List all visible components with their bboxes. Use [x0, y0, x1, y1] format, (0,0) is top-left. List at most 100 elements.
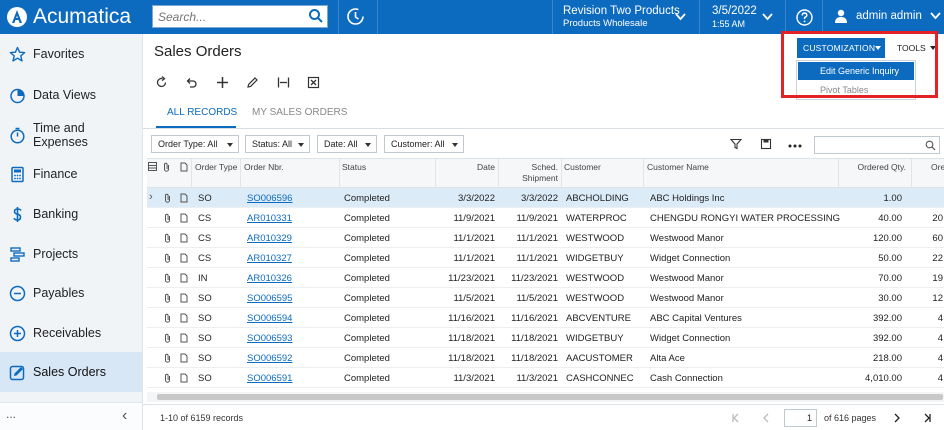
tab-all-records[interactable]: ALL RECORDS	[167, 107, 237, 118]
note-icon[interactable]	[180, 333, 188, 343]
grid-header: Order Type Order Nbr. Status Date Sched.…	[147, 158, 944, 188]
previous-page-icon[interactable]	[761, 413, 771, 423]
undo-icon[interactable]	[185, 76, 198, 89]
recent-history-icon[interactable]	[346, 7, 365, 26]
sidebar-item-banking[interactable]: Banking	[0, 194, 142, 234]
horizontal-scrollbar[interactable]	[147, 392, 944, 402]
table-row[interactable]: SO SO006594 Completed 11/16/2021 11/16/2021 A…	[147, 308, 944, 328]
cell-nbr[interactable]: SO006594	[247, 313, 292, 324]
cell-date: 11/9/2021	[453, 213, 495, 224]
sidebar-item-projects[interactable]: Projects	[0, 234, 142, 274]
user-menu[interactable]: admin admin	[834, 9, 941, 23]
more-icon[interactable]: ...	[6, 407, 16, 421]
next-page-icon[interactable]	[892, 413, 902, 423]
caret-down-icon	[298, 143, 304, 147]
note-icon[interactable]	[180, 353, 188, 363]
note-icon[interactable]	[180, 293, 188, 303]
sidebar-item-receivables[interactable]: Receivables	[0, 313, 142, 353]
search-icon[interactable]	[308, 8, 324, 24]
table-row[interactable]: SO SO006593 Completed 11/18/2021 11/18/2021 W…	[147, 328, 944, 348]
grid-search-input[interactable]	[814, 136, 940, 154]
cell-nbr[interactable]: AR010329	[247, 233, 292, 244]
note-icon[interactable]	[180, 273, 188, 283]
branch-selector[interactable]: Revision Two Products Products Wholesale	[563, 5, 680, 29]
refresh-icon[interactable]	[155, 76, 168, 89]
cell-nbr[interactable]: SO006596	[247, 193, 292, 204]
table-row[interactable]: CS AR010329 Completed 11/1/2021 11/1/2021 WES…	[147, 228, 944, 248]
acumatica-logo[interactable]: Acumatica	[6, 5, 131, 29]
attachment-icon[interactable]	[164, 333, 171, 343]
column-header-date[interactable]: Date	[437, 162, 495, 173]
column-header-ordered-qty[interactable]: Ordered Qty.	[841, 162, 907, 173]
add-icon[interactable]	[216, 76, 229, 89]
global-search[interactable]	[152, 5, 328, 28]
table-row[interactable]: › SO SO006596 Completed 3/3/2022 3/3/2022 ABCH…	[147, 188, 944, 208]
attachment-icon[interactable]	[164, 193, 171, 203]
column-header-sched-shipment[interactable]: Sched. Shipment	[517, 162, 558, 184]
business-date[interactable]: 3/5/2022 1:55 AM	[712, 5, 757, 29]
chevron-down-icon[interactable]	[762, 13, 773, 21]
cell-nbr[interactable]: SO006595	[247, 293, 292, 304]
note-icon[interactable]	[180, 313, 188, 323]
first-page-icon[interactable]	[731, 413, 741, 423]
note-icon[interactable]	[180, 253, 188, 263]
table-row[interactable]: SO SO006592 Completed 11/18/2021 11/18/2021 A…	[147, 348, 944, 368]
help-icon[interactable]	[796, 9, 813, 26]
table-row[interactable]: CS AR010327 Completed 11/1/2021 11/1/2021 WID…	[147, 248, 944, 268]
filter-date[interactable]: Date: All	[317, 135, 377, 153]
attachment-icon[interactable]	[164, 293, 171, 303]
search-input[interactable]	[153, 6, 303, 27]
note-icon[interactable]	[180, 373, 188, 383]
cell-nbr[interactable]: AR010326	[247, 273, 292, 284]
scrollbar-thumb[interactable]	[157, 394, 943, 400]
note-icon[interactable]	[180, 213, 188, 223]
attachment-icon[interactable]	[164, 313, 171, 323]
attachment-icon[interactable]	[164, 213, 171, 223]
attachment-icon[interactable]	[164, 233, 171, 243]
table-row[interactable]: SO SO006591 Completed 11/3/2021 11/3/2021 CAS…	[147, 368, 944, 388]
column-header-order-nbr[interactable]: Order Nbr.	[244, 162, 284, 173]
sidebar-item-finance[interactable]: Finance	[0, 154, 142, 194]
tab-my-sales-orders[interactable]: MY SALES ORDERS	[252, 107, 347, 118]
last-page-icon[interactable]	[922, 413, 932, 423]
cell-nbr[interactable]: AR010327	[247, 253, 292, 264]
projects-icon	[10, 247, 25, 262]
fit-to-screen-icon[interactable]	[277, 76, 290, 89]
attachment-icon[interactable]	[164, 253, 171, 263]
column-header-customer[interactable]: Customer	[564, 162, 601, 173]
column-header-status[interactable]: Status	[342, 162, 366, 173]
filter-order-type[interactable]: Order Type: All	[151, 135, 239, 153]
cell-nbr[interactable]: SO006592	[247, 353, 292, 364]
sidebar-item-sales-orders[interactable]: Sales Orders	[0, 352, 142, 392]
grid-settings-icon[interactable]	[148, 162, 157, 171]
collapse-icon[interactable]: ‹	[122, 407, 127, 425]
attachment-icon[interactable]	[164, 273, 171, 283]
sidebar-item-favorites[interactable]: Favorites	[0, 34, 142, 74]
sidebar-item-time-and-expenses[interactable]: Time and Expenses	[0, 115, 142, 155]
column-header-order-type[interactable]: Order Type	[195, 162, 237, 173]
table-row[interactable]: IN AR010326 Completed 11/23/2021 11/23/2021 W…	[147, 268, 944, 288]
filter-icon[interactable]	[730, 138, 742, 150]
table-row[interactable]: SO SO006595 Completed 11/5/2021 11/5/2021 WES…	[147, 288, 944, 308]
note-icon[interactable]	[180, 233, 188, 243]
cell-nbr[interactable]: SO006593	[247, 333, 292, 344]
edit-icon[interactable]	[246, 76, 259, 89]
sidebar-item-data-views[interactable]: Data Views	[0, 75, 142, 115]
table-row[interactable]: CS AR010331 Completed 11/9/2021 11/9/2021 WAT…	[147, 208, 944, 228]
save-filter-icon[interactable]	[760, 138, 772, 150]
more-options-icon[interactable]	[788, 144, 802, 148]
search-icon[interactable]	[925, 140, 936, 151]
cell-nbr[interactable]: AR010331	[247, 213, 292, 224]
filter-status[interactable]: Status: All	[245, 135, 310, 153]
column-header-order-total[interactable]: Ore	[931, 162, 944, 173]
column-header-customer-name[interactable]: Customer Name	[647, 162, 709, 173]
sidebar-item-payables[interactable]: Payables	[0, 273, 142, 313]
page-number-input[interactable]: 1	[784, 409, 817, 427]
filter-customer[interactable]: Customer: All	[384, 135, 464, 153]
cell-nbr[interactable]: SO006591	[247, 373, 292, 384]
chevron-down-icon[interactable]	[675, 13, 686, 21]
attachment-icon[interactable]	[164, 353, 171, 363]
attachment-icon[interactable]	[164, 373, 171, 383]
note-icon[interactable]	[180, 193, 188, 203]
export-excel-icon[interactable]	[307, 76, 320, 89]
